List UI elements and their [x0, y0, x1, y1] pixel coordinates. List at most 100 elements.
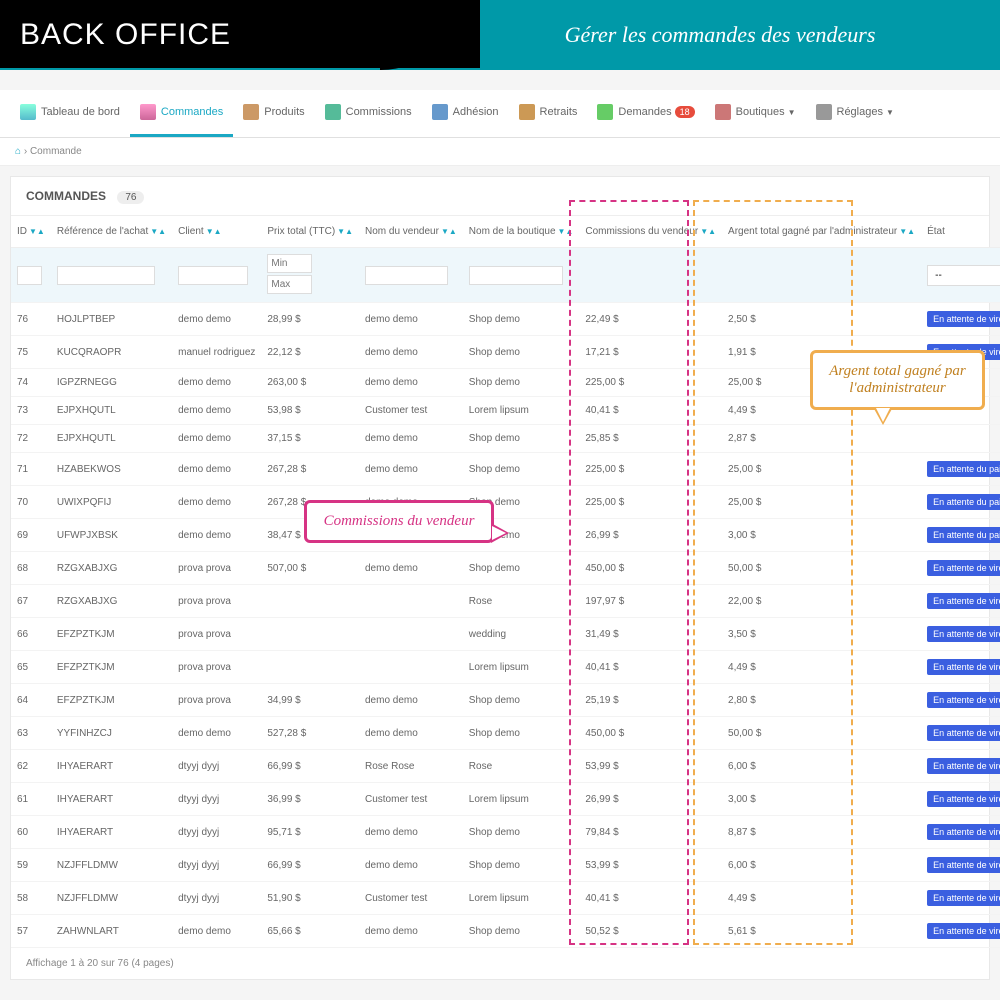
- cell-client[interactable]: prova prova: [172, 585, 261, 618]
- cell-client[interactable]: demo demo: [172, 397, 261, 425]
- cell-vendor[interactable]: demo demo: [359, 369, 463, 397]
- cell-client[interactable]: prova prova: [172, 618, 261, 651]
- col-client[interactable]: Client▼▲: [172, 216, 261, 248]
- nav-orders[interactable]: Commandes: [130, 90, 233, 137]
- cell-vendor[interactable]: demo demo: [359, 849, 463, 882]
- cell-shop[interactable]: Lorem lipsum: [463, 397, 580, 425]
- filter-vendor[interactable]: [365, 266, 448, 285]
- col-price[interactable]: Prix total (TTC)▼▲: [261, 216, 359, 248]
- cell-shop[interactable]: Lorem lipsum: [463, 651, 580, 684]
- nav-membership[interactable]: Adhésion: [422, 90, 509, 137]
- cell-vendor[interactable]: Customer test: [359, 783, 463, 816]
- cell-client[interactable]: prova prova: [172, 684, 261, 717]
- table-row[interactable]: 62IHYAERARTdtyyj dyyj66,99 $Rose RoseRos…: [11, 750, 1000, 783]
- cell-client[interactable]: demo demo: [172, 453, 261, 486]
- nav-withdrawals[interactable]: Retraits: [509, 90, 588, 137]
- cell-client[interactable]: dtyyj dyyj: [172, 849, 261, 882]
- table-row[interactable]: 60IHYAERARTdtyyj dyyj95,71 $demo demoSho…: [11, 816, 1000, 849]
- filter-price-min[interactable]: [267, 254, 312, 273]
- cell-vendor[interactable]: [359, 585, 463, 618]
- table-row[interactable]: 71HZABEKWOSdemo demo267,28 $demo demoSho…: [11, 453, 1000, 486]
- nav-commissions[interactable]: Commissions: [315, 90, 422, 137]
- cell-vendor[interactable]: demo demo: [359, 336, 463, 369]
- table-row[interactable]: 64EFZPZTKJMprova prova34,99 $demo demoSh…: [11, 684, 1000, 717]
- cell-shop[interactable]: Shop demo: [463, 684, 580, 717]
- cell-shop[interactable]: Shop demo: [463, 303, 580, 336]
- col-commission[interactable]: Commissions du vendeur▼▲: [579, 216, 722, 248]
- table-row[interactable]: 61IHYAERARTdtyyj dyyj36,99 $Customer tes…: [11, 783, 1000, 816]
- cell-vendor[interactable]: [359, 651, 463, 684]
- cell-client[interactable]: dtyyj dyyj: [172, 816, 261, 849]
- cell-vendor[interactable]: Customer test: [359, 882, 463, 915]
- cell-shop[interactable]: Shop demo: [463, 849, 580, 882]
- table-row[interactable]: 72EJPXHQUTLdemo demo37,15 $demo demoShop…: [11, 425, 1000, 453]
- nav-shops[interactable]: Boutiques▼: [705, 90, 806, 137]
- cell-shop[interactable]: Shop demo: [463, 552, 580, 585]
- cell-client[interactable]: demo demo: [172, 369, 261, 397]
- filter-id[interactable]: [17, 266, 42, 285]
- table-row[interactable]: 59NZJFFLDMWdtyyj dyyj66,99 $demo demoSho…: [11, 849, 1000, 882]
- cell-client[interactable]: dtyyj dyyj: [172, 750, 261, 783]
- cell-client[interactable]: dtyyj dyyj: [172, 882, 261, 915]
- table-row[interactable]: 57ZAHWNLARTdemo demo65,66 $demo demoShop…: [11, 915, 1000, 948]
- nav-dashboard[interactable]: Tableau de bord: [10, 90, 130, 137]
- cell-shop[interactable]: Rose: [463, 750, 580, 783]
- cell-shop[interactable]: Lorem lipsum: [463, 783, 580, 816]
- cell-shop[interactable]: Shop demo: [463, 816, 580, 849]
- cell-client[interactable]: demo demo: [172, 486, 261, 519]
- table-row[interactable]: 63YYFINHZCJdemo demo527,28 $demo demoSho…: [11, 717, 1000, 750]
- cell-vendor[interactable]: demo demo: [359, 684, 463, 717]
- col-shop[interactable]: Nom de la boutique▼▲: [463, 216, 580, 248]
- cell-shop[interactable]: wedding: [463, 618, 580, 651]
- table-row[interactable]: 58NZJFFLDMWdtyyj dyyj51,90 $Customer tes…: [11, 882, 1000, 915]
- nav-settings[interactable]: Réglages▼: [806, 90, 904, 137]
- home-icon[interactable]: ⌂: [15, 146, 21, 157]
- cell-shop[interactable]: Shop demo: [463, 915, 580, 948]
- cell-vendor[interactable]: demo demo: [359, 816, 463, 849]
- cell-client[interactable]: demo demo: [172, 915, 261, 948]
- cell-vendor[interactable]: [359, 618, 463, 651]
- table-row[interactable]: 66EFZPZTKJMprova provawedding31,49 $3,50…: [11, 618, 1000, 651]
- cell-client[interactable]: demo demo: [172, 519, 261, 552]
- cell-client[interactable]: prova prova: [172, 552, 261, 585]
- cell-vendor[interactable]: demo demo: [359, 717, 463, 750]
- col-status[interactable]: État: [921, 216, 1000, 248]
- col-admin[interactable]: Argent total gagné par l'administrateur▼…: [722, 216, 921, 248]
- cell-vendor[interactable]: demo demo: [359, 425, 463, 453]
- cell-client[interactable]: prova prova: [172, 651, 261, 684]
- cell-shop[interactable]: Rose: [463, 585, 580, 618]
- table-row[interactable]: 67RZGXABJXGprova provaRose197,97 $22,00 …: [11, 585, 1000, 618]
- filter-status[interactable]: --: [927, 265, 1000, 286]
- cell-shop[interactable]: Shop demo: [463, 369, 580, 397]
- cell-vendor[interactable]: Customer test: [359, 397, 463, 425]
- table-row[interactable]: 65EFZPZTKJMprova provaLorem lipsum40,41 …: [11, 651, 1000, 684]
- cell-shop[interactable]: Shop demo: [463, 425, 580, 453]
- cell-commission: 53,99 $: [579, 849, 722, 882]
- cell-client[interactable]: demo demo: [172, 303, 261, 336]
- filter-client[interactable]: [178, 266, 248, 285]
- cell-shop[interactable]: Shop demo: [463, 717, 580, 750]
- cell-vendor[interactable]: demo demo: [359, 915, 463, 948]
- cell-shop[interactable]: Shop demo: [463, 336, 580, 369]
- cell-client[interactable]: dtyyj dyyj: [172, 783, 261, 816]
- cell-vendor[interactable]: Rose Rose: [359, 750, 463, 783]
- cell-vendor[interactable]: demo demo: [359, 303, 463, 336]
- table-row[interactable]: 70UWIXPQFIJdemo demo267,28 $demo demoSho…: [11, 486, 1000, 519]
- cell-vendor[interactable]: demo demo: [359, 552, 463, 585]
- cell-client[interactable]: manuel rodriguez: [172, 336, 261, 369]
- filter-ref[interactable]: [57, 266, 155, 285]
- filter-price-max[interactable]: [267, 275, 312, 294]
- table-row[interactable]: 68RZGXABJXGprova prova507,00 $demo demoS…: [11, 552, 1000, 585]
- cell-vendor[interactable]: demo demo: [359, 453, 463, 486]
- cell-shop[interactable]: Shop demo: [463, 453, 580, 486]
- nav-requests[interactable]: Demandes18: [587, 90, 704, 137]
- col-id[interactable]: ID▼▲: [11, 216, 51, 248]
- filter-shop[interactable]: [469, 266, 563, 285]
- cell-client[interactable]: demo demo: [172, 717, 261, 750]
- cell-shop[interactable]: Lorem lipsum: [463, 882, 580, 915]
- cell-client[interactable]: demo demo: [172, 425, 261, 453]
- table-row[interactable]: 76HOJLPTBEPdemo demo28,99 $demo demoShop…: [11, 303, 1000, 336]
- col-ref[interactable]: Référence de l'achat▼▲: [51, 216, 172, 248]
- nav-products[interactable]: Produits: [233, 90, 314, 137]
- col-vendor[interactable]: Nom du vendeur▼▲: [359, 216, 463, 248]
